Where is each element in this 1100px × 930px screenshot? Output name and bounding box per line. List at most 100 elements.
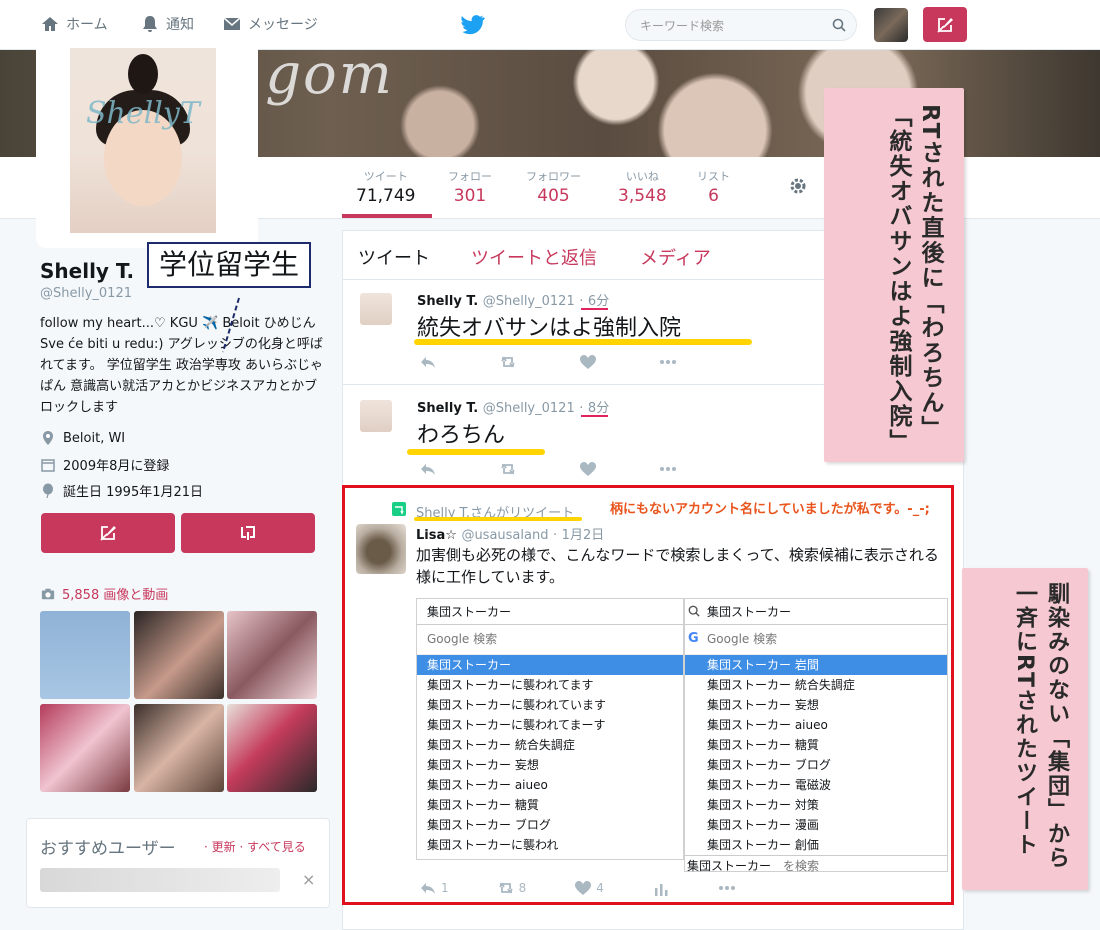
- search-suggest-right: 集団ストーカー Google 検索 集団ストーカー 岩間 集団ストーカー 統合失調…: [684, 598, 948, 875]
- calendar-icon: [41, 458, 55, 472]
- suggest-item[interactable]: 集団ストーカー 対策: [685, 795, 947, 815]
- suggest-item[interactable]: 集団ストーカー ブログ: [417, 815, 683, 835]
- callout-pointer: [222, 297, 240, 353]
- suggestions-links[interactable]: · 更新 · すべて見る: [204, 838, 306, 855]
- stat-active-indicator: [342, 214, 432, 218]
- tab-tweets-replies[interactable]: ツイートと返信: [471, 244, 597, 270]
- suggest-item[interactable]: 集団ストーカーに襲われ: [417, 835, 683, 855]
- suggest-item[interactable]: 集団ストーカーに襲われています: [417, 695, 683, 715]
- stat-following[interactable]: フォロー 301: [448, 168, 492, 206]
- suggest-item[interactable]: 集団ストーカー 妄想: [685, 695, 947, 715]
- suggest-item[interactable]: 集団ストーカー aiueo: [685, 715, 947, 735]
- suggest-item[interactable]: 集団ストーカー 岩間: [685, 655, 947, 675]
- suggest-item[interactable]: 集団ストーカー 電磁波: [685, 775, 947, 795]
- quill-icon: [100, 526, 116, 541]
- search-input[interactable]: キーワード検索: [625, 9, 857, 41]
- suggest-list: 集団ストーカー 岩間 集団ストーカー 統合失調症 集団ストーカー 妄想 集団ストーカー…: [685, 655, 947, 855]
- nav-notifications[interactable]: 通知: [140, 14, 194, 34]
- profile-joined: 2009年8月に登録: [40, 455, 169, 474]
- suggest-item[interactable]: 集団ストーカー 漫画: [685, 815, 947, 835]
- suggestions-card: [26, 818, 330, 908]
- bell-icon: [143, 16, 157, 32]
- suggest-item[interactable]: 集団ストーカー 統合失調症: [417, 735, 683, 755]
- suggest-item[interactable]: 集団ストーカー 糖質: [417, 795, 683, 815]
- tweet-text: わろちん: [417, 423, 506, 448]
- tweet-to-button[interactable]: [41, 513, 175, 553]
- tweet-actions: [419, 354, 677, 370]
- stat-likes[interactable]: いいね 3,548: [618, 168, 667, 206]
- suggest-item[interactable]: 集団ストーカー 妄想: [417, 755, 683, 775]
- media-thumb-3[interactable]: [227, 611, 317, 699]
- highlight-underline: [414, 339, 752, 345]
- highlight-underline: [407, 449, 545, 455]
- retweet-author[interactable]: Lisa☆ @usausaland · 1月2日: [416, 524, 604, 543]
- tweet-actions: [419, 461, 677, 477]
- time-underline: [581, 415, 608, 417]
- user-avatar-menu[interactable]: [874, 8, 908, 42]
- suggest-item[interactable]: 集団ストーカー 糖質: [685, 735, 947, 755]
- suggest-item[interactable]: 集団ストーカー 統合失調症: [685, 675, 947, 695]
- retweet-icon[interactable]: [499, 461, 517, 477]
- google-search-header: Google 検索: [417, 625, 683, 655]
- camera-icon: [41, 588, 55, 599]
- close-icon[interactable]: ×: [302, 870, 315, 889]
- heart-icon[interactable]: [579, 461, 597, 477]
- tweet-author[interactable]: Shelly T. @Shelly_0121 · 8分: [417, 397, 609, 416]
- annotation-note-top: RTされた直後に「わろちん」「統失オバサンはよ強制入院」: [824, 88, 964, 462]
- highlight-underline: [414, 517, 582, 521]
- media-thumb-5[interactable]: [134, 704, 224, 792]
- gear-icon[interactable]: [788, 176, 808, 196]
- reply-icon[interactable]: [419, 461, 437, 477]
- stat-tweets[interactable]: ツイート 71,749: [356, 168, 415, 206]
- search-icon[interactable]: [832, 18, 846, 32]
- suggest-item[interactable]: 集団ストーカー 創価: [685, 835, 947, 855]
- direct-message-icon: [241, 526, 255, 540]
- stat-lists[interactable]: リスト 6: [697, 168, 730, 206]
- suggest-input[interactable]: 集団ストーカー: [685, 599, 947, 625]
- media-thumb-6[interactable]: [227, 704, 317, 792]
- media-thumb-2[interactable]: [134, 611, 224, 699]
- media-header[interactable]: 5,858 画像と動画: [40, 584, 168, 603]
- photo-watermark: ShellyT: [86, 96, 200, 131]
- media-thumb-4[interactable]: [40, 704, 130, 792]
- compose-tweet-button[interactable]: [923, 7, 967, 42]
- suggest-item[interactable]: 集団ストーカー ブログ: [685, 755, 947, 775]
- location-pin-icon: [43, 431, 53, 445]
- profile-location: Beloit, WI: [40, 430, 125, 446]
- suggest-item[interactable]: 集団ストーカー: [417, 655, 683, 675]
- retweet-author-avatar[interactable]: [356, 524, 406, 574]
- message-button[interactable]: [181, 513, 315, 553]
- quill-icon: [937, 17, 953, 33]
- retweet-text: 加害側も必死の様で、こんなワードで検索しまくって、検索候補に表示される様に工作し…: [416, 546, 939, 586]
- more-icon[interactable]: [659, 354, 677, 370]
- twitter-bird-icon[interactable]: [461, 14, 485, 36]
- stat-followers[interactable]: フォロワー 405: [526, 168, 581, 206]
- profile-birthday: 誕生日 1995年1月21日: [40, 481, 203, 500]
- reply-icon[interactable]: [419, 354, 437, 370]
- tab-media[interactable]: メディア: [640, 244, 711, 270]
- home-icon: [42, 17, 58, 31]
- suggest-input[interactable]: 集団ストーカー: [417, 599, 683, 625]
- retweet-icon[interactable]: [499, 354, 517, 370]
- media-thumb-1[interactable]: [40, 611, 130, 699]
- profile-handle[interactable]: @Shelly_0121: [40, 286, 132, 301]
- suggest-item[interactable]: 集団ストーカー aiueo: [417, 775, 683, 795]
- suggested-user-blurred[interactable]: [40, 868, 280, 892]
- tweet-avatar[interactable]: [360, 293, 392, 325]
- profile-name[interactable]: Shelly T.: [40, 259, 134, 283]
- nav-home[interactable]: ホーム: [40, 14, 108, 34]
- tweet-avatar[interactable]: [360, 400, 392, 432]
- search-footer[interactable]: 集団ストーカー を検索: [685, 855, 947, 875]
- nav-messages[interactable]: メッセージ: [222, 14, 318, 34]
- heart-icon[interactable]: [579, 354, 597, 370]
- search-suggest-left: 集団ストーカー Google 検索 集団ストーカー 集団ストーカーに襲われてます集…: [416, 598, 684, 860]
- more-icon[interactable]: [659, 461, 677, 477]
- tweet-author[interactable]: Shelly T. @Shelly_0121 · 6分: [417, 290, 609, 309]
- suggest-item[interactable]: 集団ストーカーに襲われてます: [417, 675, 683, 695]
- retweet-badge-icon: [392, 502, 406, 516]
- tweet-text: 統失オバサンはよ強制入院: [417, 316, 682, 341]
- search-icon: [688, 605, 700, 617]
- suggest-item[interactable]: 集団ストーカーに襲われてまーす: [417, 715, 683, 735]
- google-g-icon: G: [688, 631, 699, 646]
- tab-tweets[interactable]: ツイート: [358, 244, 430, 270]
